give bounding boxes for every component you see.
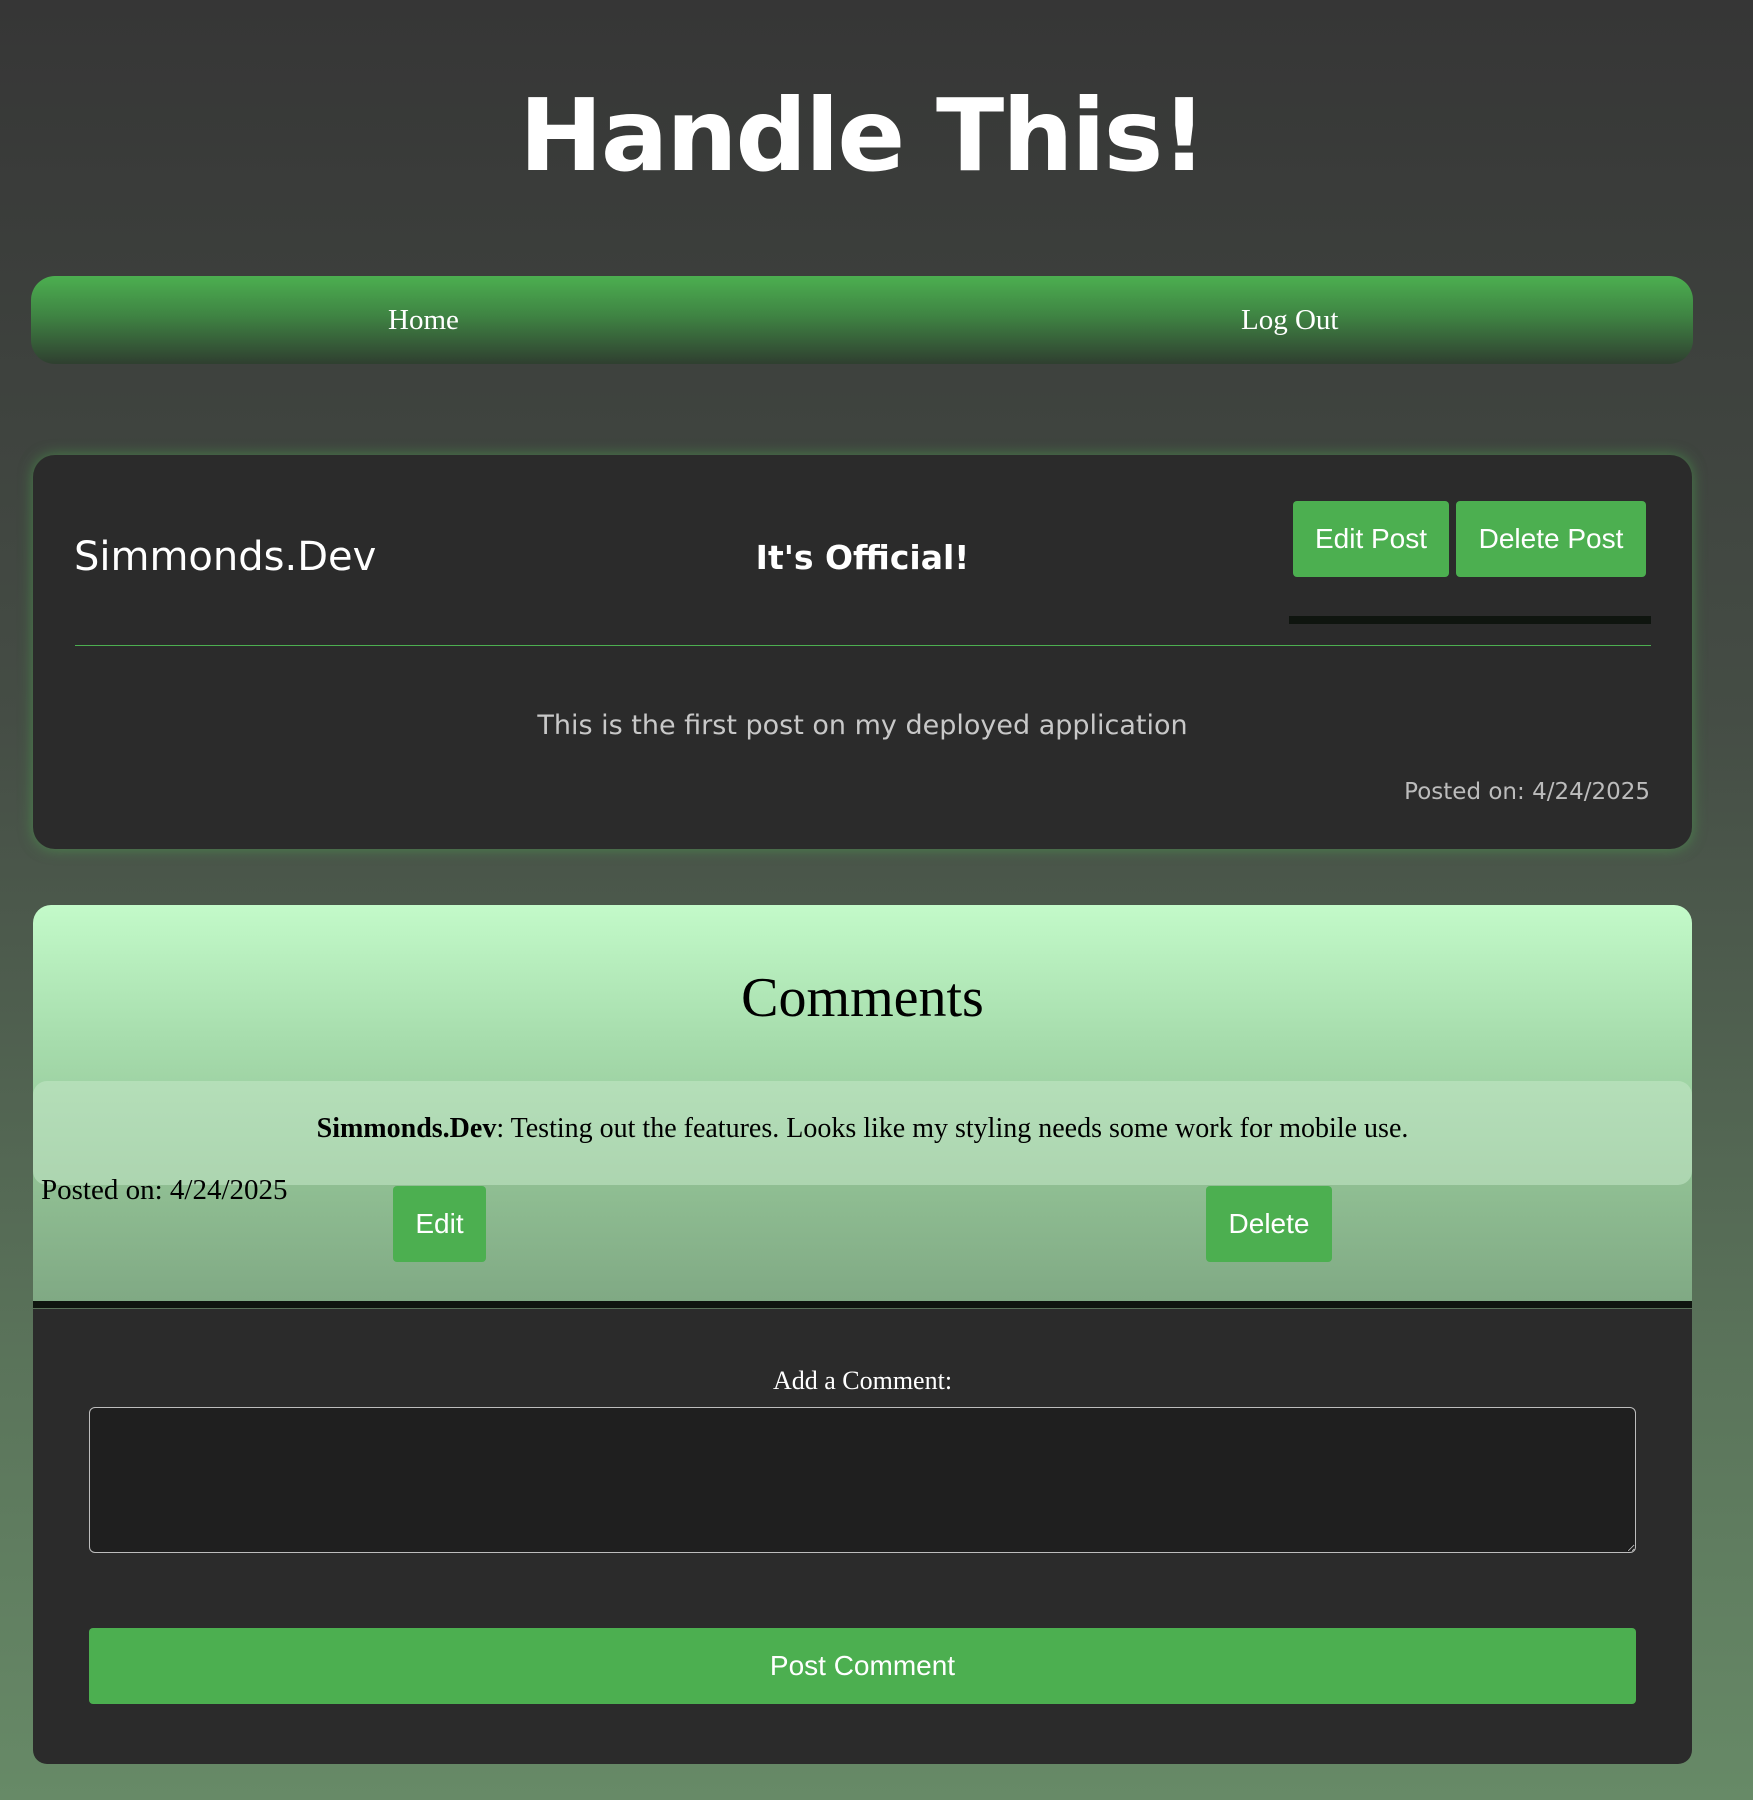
comments-section: Comments Simmonds.Dev: Testing out the f… xyxy=(33,905,1692,1308)
comment-form: Add a Comment: Post Comment xyxy=(33,1309,1692,1764)
comment-text: Simmonds.Dev: Testing out the features. … xyxy=(33,1109,1692,1149)
post-date: Posted on: 4/24/2025 xyxy=(1404,779,1650,805)
navbar: Home Log Out xyxy=(31,276,1693,364)
comment-textarea[interactable] xyxy=(89,1407,1636,1553)
site-title: Handle This! xyxy=(519,77,1207,194)
nav-link-logout[interactable]: Log Out xyxy=(1241,276,1338,364)
comment-date: Posted on: 4/24/2025 xyxy=(41,1174,288,1206)
delete-post-button[interactable]: Delete Post xyxy=(1456,501,1646,577)
edit-comment-button[interactable]: Edit xyxy=(393,1186,486,1262)
post-body: This is the first post on my deployed ap… xyxy=(537,710,1188,741)
comment-author: Simmonds.Dev xyxy=(316,1113,497,1144)
button-divider xyxy=(1289,616,1651,624)
add-comment-label: Add a Comment: xyxy=(772,1366,953,1395)
comments-heading: Comments xyxy=(741,967,984,1029)
nav-link-home[interactable]: Home xyxy=(388,276,459,364)
comment-body: : Testing out the features. Looks like m… xyxy=(496,1113,1409,1144)
post-card: Simmonds.Dev It's Official! Edit Post De… xyxy=(33,455,1692,849)
post-comment-button[interactable]: Post Comment xyxy=(89,1628,1636,1704)
post-divider xyxy=(75,645,1651,646)
edit-post-button[interactable]: Edit Post xyxy=(1293,501,1449,577)
delete-comment-button[interactable]: Delete xyxy=(1206,1186,1332,1262)
